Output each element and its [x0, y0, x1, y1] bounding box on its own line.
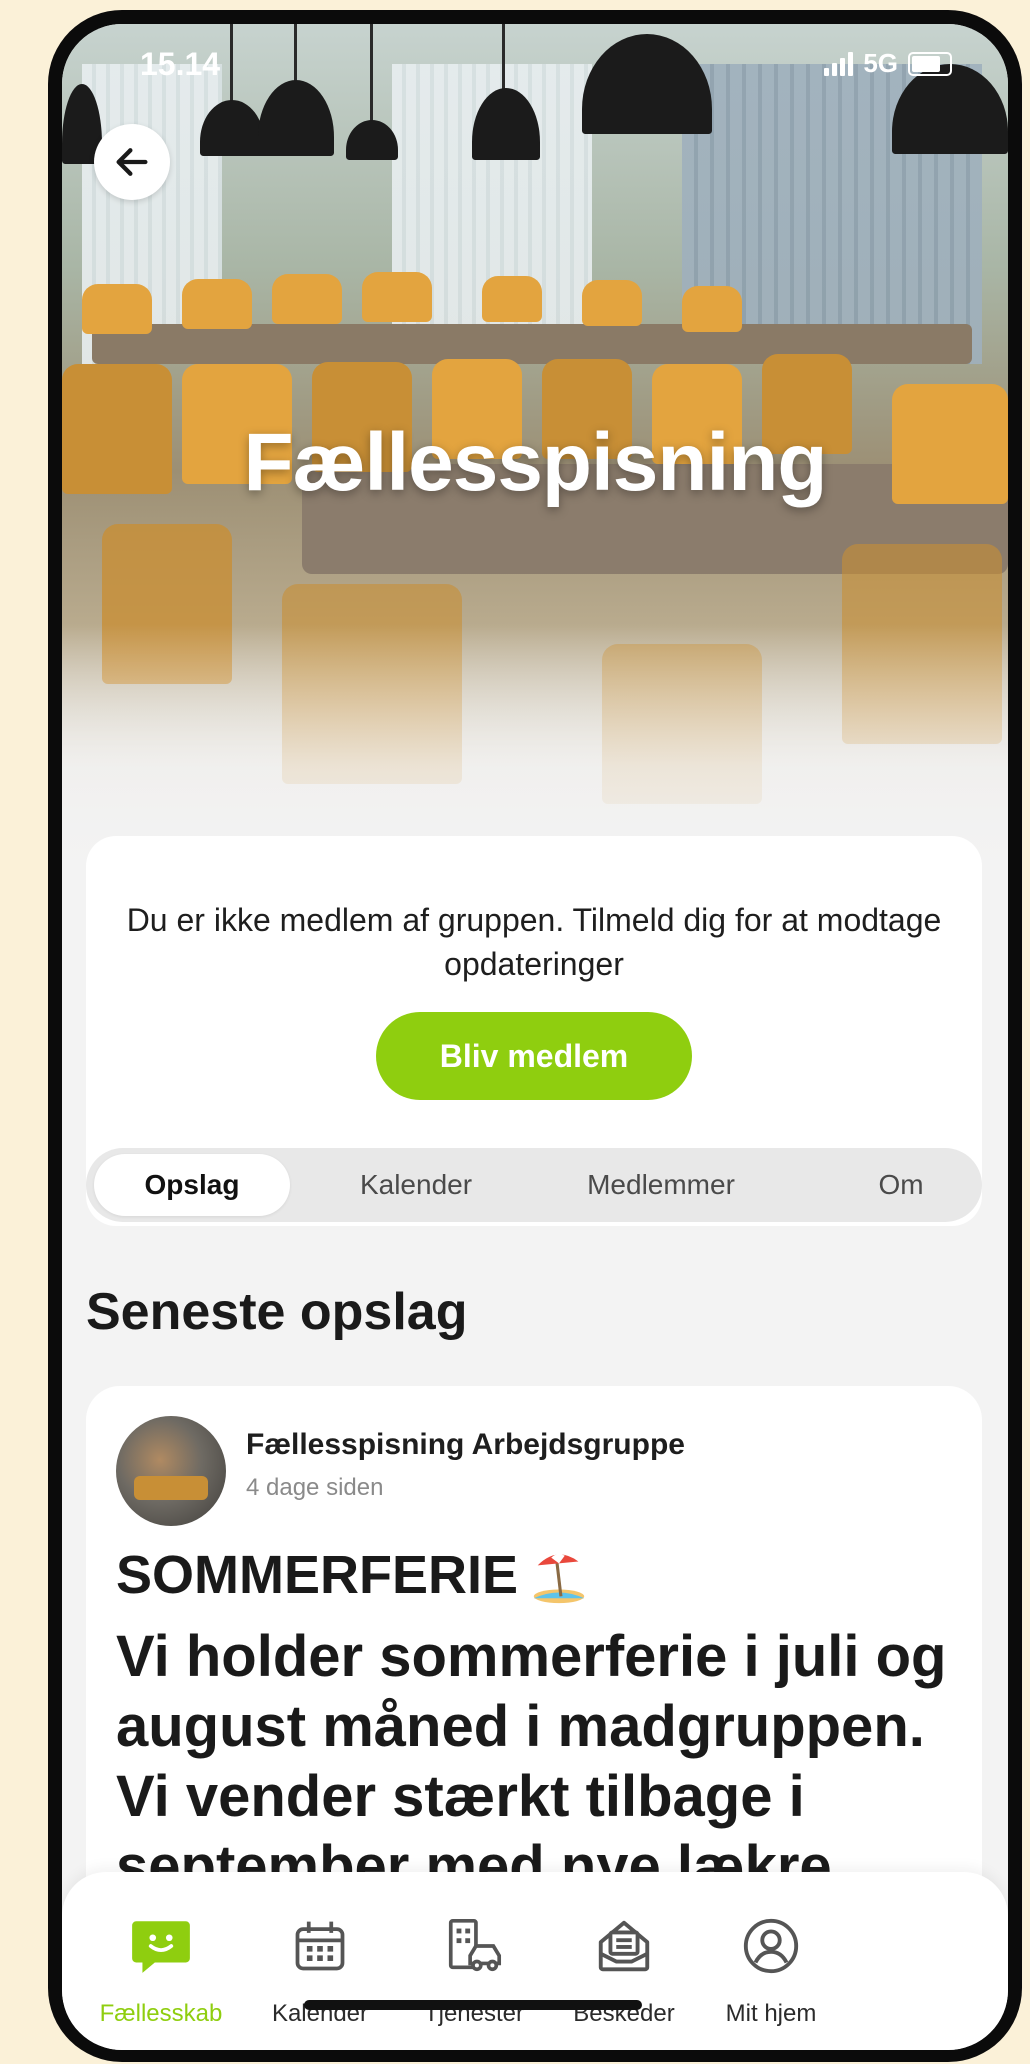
join-message: Du er ikke medlem af gruppen. Tilmeld di… — [126, 902, 942, 982]
tab-bar: Opslag Kalender Medlemmer Om — [86, 1148, 982, 1222]
group-title: Fællesspisning — [243, 417, 828, 508]
nav-beskeder[interactable]: Beskeder — [549, 1912, 699, 2028]
network-label: 5G — [863, 48, 898, 78]
section-title: Seneste opslag — [86, 1283, 468, 1341]
status-indicators: 5G — [824, 48, 952, 79]
post-author: Fællesspisning Arbejdsgruppe — [246, 1428, 685, 1461]
building-car-icon — [440, 1912, 508, 1980]
post-headline: SOMMERFERIE — [116, 1544, 590, 1606]
post-time: 4 dage siden — [246, 1474, 384, 1501]
app-screen: 15.14 5G Fællesspisning Du er ikke medle… — [62, 24, 1008, 2050]
calendar-icon — [286, 1912, 354, 1980]
bottom-navigation: Fællesskab Kalender Tjenester Beskeder M… — [62, 1872, 1008, 2050]
nav-label: Mit hjem — [725, 2000, 817, 2027]
nav-kalender[interactable]: Kalender — [245, 1912, 395, 2028]
nav-label: Fællesskab — [99, 2000, 223, 2027]
battery-icon — [908, 51, 952, 76]
chat-bubble-icon — [127, 1912, 195, 1980]
arrow-left-icon — [116, 148, 148, 176]
nav-tjenester[interactable]: Tjenester — [399, 1912, 549, 2028]
nav-faellesskab[interactable]: Fællesskab — [86, 1912, 236, 2028]
back-button[interactable] — [94, 124, 170, 200]
join-button[interactable]: Bliv medlem — [376, 1012, 692, 1100]
user-icon — [737, 1912, 805, 1980]
beach-umbrella-icon — [533, 1554, 585, 1604]
avatar — [116, 1416, 226, 1526]
post-body: Vi holder sommerferie i juli og august m… — [116, 1624, 947, 1899]
signal-icon — [824, 51, 854, 76]
tab-medlemmer[interactable]: Medlemmer — [546, 1154, 776, 1216]
join-card: Du er ikke medlem af gruppen. Tilmeld di… — [86, 836, 982, 1226]
tab-kalender[interactable]: Kalender — [326, 1154, 506, 1216]
inbox-icon — [590, 1912, 658, 1980]
post-headline-text: SOMMERFERIE — [116, 1545, 519, 1605]
nav-mit-hjem[interactable]: Mit hjem — [696, 1912, 846, 2028]
tab-opslag[interactable]: Opslag — [94, 1154, 290, 1216]
home-indicator[interactable] — [304, 2000, 642, 2010]
tab-om[interactable]: Om — [846, 1154, 956, 1216]
status-time: 15.14 — [140, 46, 221, 82]
